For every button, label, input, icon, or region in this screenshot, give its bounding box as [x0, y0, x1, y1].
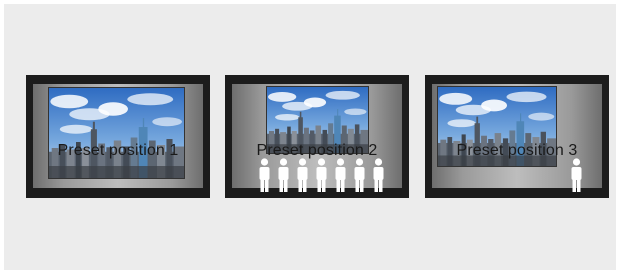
audience-group [570, 158, 583, 192]
preset-3-label: Preset position 3 [456, 142, 578, 159]
audience-group [258, 158, 385, 192]
presets-panel: Preset position 1 Preset position 2 Pres… [4, 4, 616, 270]
preset-1-illustration[interactable] [26, 75, 210, 200]
city-image [48, 87, 185, 179]
preset-3-illustration[interactable] [425, 75, 609, 200]
person-icon [372, 158, 385, 192]
person-icon [315, 158, 328, 192]
person-icon [353, 158, 366, 192]
person-icon [570, 158, 583, 192]
preset-2-illustration[interactable] [225, 75, 409, 200]
person-icon [296, 158, 309, 192]
person-icon [334, 158, 347, 192]
preset-2-label: Preset position 2 [256, 142, 378, 159]
person-icon [258, 158, 271, 192]
person-icon [277, 158, 290, 192]
preset-1-label: Preset position 1 [57, 142, 179, 159]
